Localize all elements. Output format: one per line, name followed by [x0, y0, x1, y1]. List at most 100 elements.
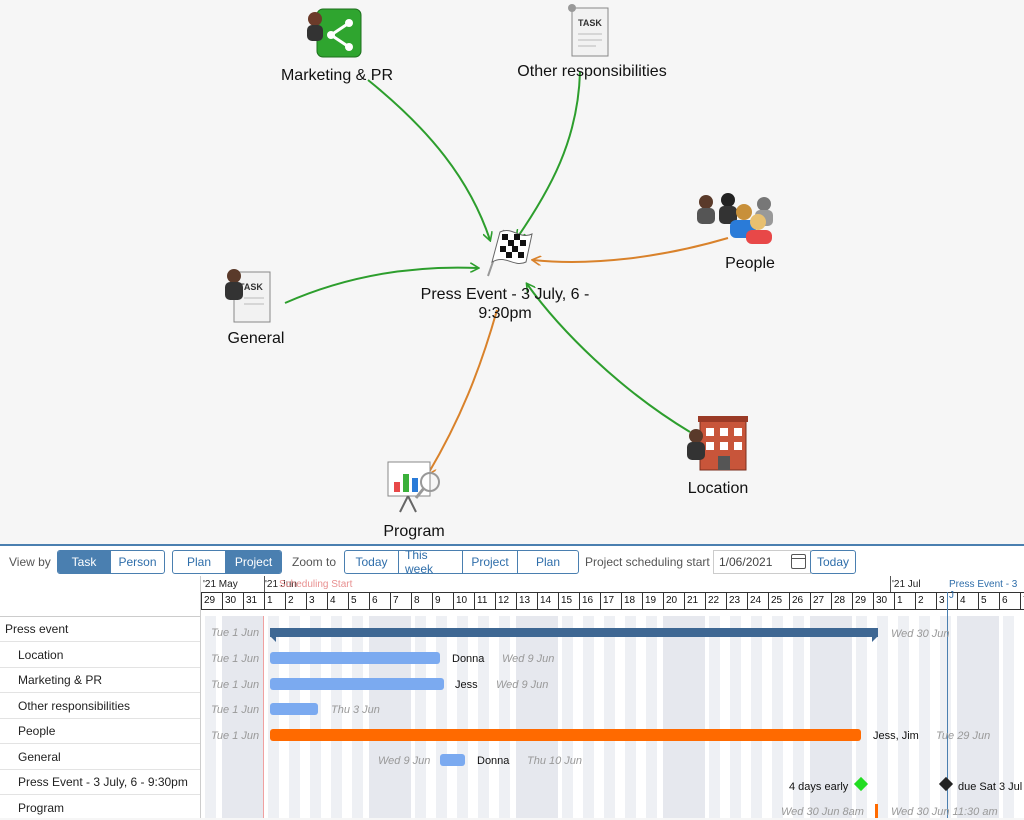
task-start-date: Tue 1 Jun [211, 730, 260, 742]
view-person-button[interactable]: Person [111, 551, 164, 573]
node-location[interactable]: Location [680, 479, 756, 498]
task-assignee: Jess [455, 679, 478, 691]
zoom-plan-button[interactable]: Plan [518, 551, 578, 573]
day-stripe [289, 616, 300, 818]
task-person-icon: TASK [222, 266, 274, 324]
day-stripe [625, 616, 636, 818]
day-stripe [205, 616, 216, 818]
task-start-date: Wed 9 Jun [378, 755, 431, 767]
weekend-stripe [516, 616, 537, 818]
gantt-toolbar: View by Task Person Plan Project Zoom to… [0, 546, 1024, 576]
checkered-flag-icon [478, 222, 536, 278]
day-stripe [646, 616, 657, 818]
link-program[interactable] [428, 309, 498, 474]
weekend-stripe [390, 616, 411, 818]
task-row-general[interactable]: General [0, 744, 200, 770]
task-row-marketing[interactable]: Marketing & PR [0, 667, 200, 693]
task-row-location[interactable]: Location [0, 642, 200, 668]
node-program[interactable]: Program [374, 522, 454, 541]
task-name: Other responsibilities [18, 699, 131, 713]
task-name: People [18, 724, 56, 738]
view-task-button[interactable]: Task [58, 551, 111, 573]
node-marketing-label: Marketing & PR [280, 67, 394, 84]
day-cell: 9 [432, 592, 454, 610]
day-cell: 12 [495, 592, 517, 610]
node-press-event[interactable]: Press Event - 3 July, 6 - 9:30pm [420, 285, 590, 323]
day-cell: 15 [558, 592, 580, 610]
node-other-label: Other responsibilities [517, 63, 667, 80]
day-stripe [457, 616, 468, 818]
task-end-date: Thu 10 Jun [527, 755, 583, 767]
plan-project-toggle: Plan Project [172, 550, 282, 574]
zoom-today-button[interactable]: Today [345, 551, 399, 573]
day-stripe [352, 616, 363, 818]
marketing-share-icon [307, 5, 362, 63]
day-stripe [877, 616, 888, 818]
node-other-responsibilities[interactable]: Other responsibilities [505, 62, 679, 81]
link-marketing[interactable] [367, 79, 490, 240]
plan-button[interactable]: Plan [173, 551, 226, 573]
node-general[interactable]: General [218, 329, 294, 348]
month-divider [890, 576, 891, 592]
day-cell: 10 [453, 592, 475, 610]
building-icon [686, 414, 750, 472]
weekend-stripe [537, 616, 558, 818]
task-end-date: Wed 30 Jun 11:30 am [891, 806, 998, 818]
scheduling-start-date-field[interactable]: 1/06/2021 [713, 550, 811, 574]
task-end-date: Thu 3 Jun [331, 704, 380, 716]
task-row-press-milestone[interactable]: Press Event - 3 July, 6 - 9:30pm [0, 769, 200, 795]
day-stripe [898, 616, 909, 818]
today-button[interactable]: Today [811, 551, 855, 573]
gantt-chart[interactable]: 29 30 31 1 2 3 4 5 6 7 8 9 10 11 12 13 14 15 16 17 18 19 20 21 2… [201, 576, 1024, 818]
day-cell: 20 [663, 592, 685, 610]
task-bar-people[interactable] [270, 729, 861, 741]
node-program-label: Program [383, 523, 445, 540]
day-cell: 11 [474, 592, 496, 610]
month-may-label: '21 May [203, 579, 238, 590]
node-press-event-label: Press Event - 3 July, 6 - 9:30pm [420, 286, 590, 322]
node-people[interactable]: People [715, 254, 785, 273]
today-button-wrap: Today [810, 550, 856, 574]
day-stripe [310, 616, 321, 818]
zoom-toggle: Today This week Project Plan [344, 550, 579, 574]
node-marketing[interactable]: Marketing & PR [270, 66, 404, 85]
day-cell: 27 [810, 592, 832, 610]
day-cell: 29 [852, 592, 874, 610]
day-cell: 26 [789, 592, 811, 610]
task-row-people[interactable]: People [0, 718, 200, 744]
day-stripe [562, 616, 573, 818]
day-cell: 22 [705, 592, 727, 610]
project-button[interactable]: Project [226, 551, 281, 573]
task-assignee: Donna [452, 653, 485, 665]
zoom-project-button[interactable]: Project [463, 551, 518, 573]
view-by-label: View by [9, 555, 51, 569]
day-stripe [331, 616, 342, 818]
task-start-date: Tue 1 Jun [211, 704, 260, 716]
task-name: Program [18, 801, 65, 815]
day-cell: 17 [600, 592, 622, 610]
task-end-date: Wed 9 Jun [502, 653, 555, 665]
task-row-other[interactable]: Other responsibilities [0, 693, 200, 719]
presentation-board-icon [386, 460, 444, 514]
month-divider [264, 576, 265, 592]
milestone-early-label: 4 days early [789, 781, 849, 793]
task-bar-other[interactable] [270, 703, 318, 715]
day-cell: 8 [411, 592, 433, 610]
task-name: Press Event - 3 July, 6 - 9:30pm [18, 775, 188, 789]
link-other[interactable] [517, 71, 581, 238]
day-cell: 21 [684, 592, 706, 610]
task-bar-general[interactable] [440, 754, 465, 766]
task-row-press-event[interactable]: Press event [0, 616, 200, 642]
task-assignee: Donna [477, 755, 510, 767]
day-stripe [583, 616, 594, 818]
node-location-label: Location [687, 480, 749, 497]
task-bar-location[interactable] [270, 652, 440, 664]
task-name: Marketing & PR [18, 673, 103, 687]
day-stripe [709, 616, 720, 818]
task-start-date: Tue 1 Jun [211, 627, 260, 639]
mind-map-canvas[interactable]: Marketing & PR TASK Other responsibiliti… [0, 0, 1024, 544]
task-bar-marketing[interactable] [270, 678, 444, 690]
task-row-program[interactable]: Program [0, 795, 200, 820]
calendar-icon[interactable] [791, 554, 806, 569]
zoom-this-week-button[interactable]: This week [399, 551, 463, 573]
